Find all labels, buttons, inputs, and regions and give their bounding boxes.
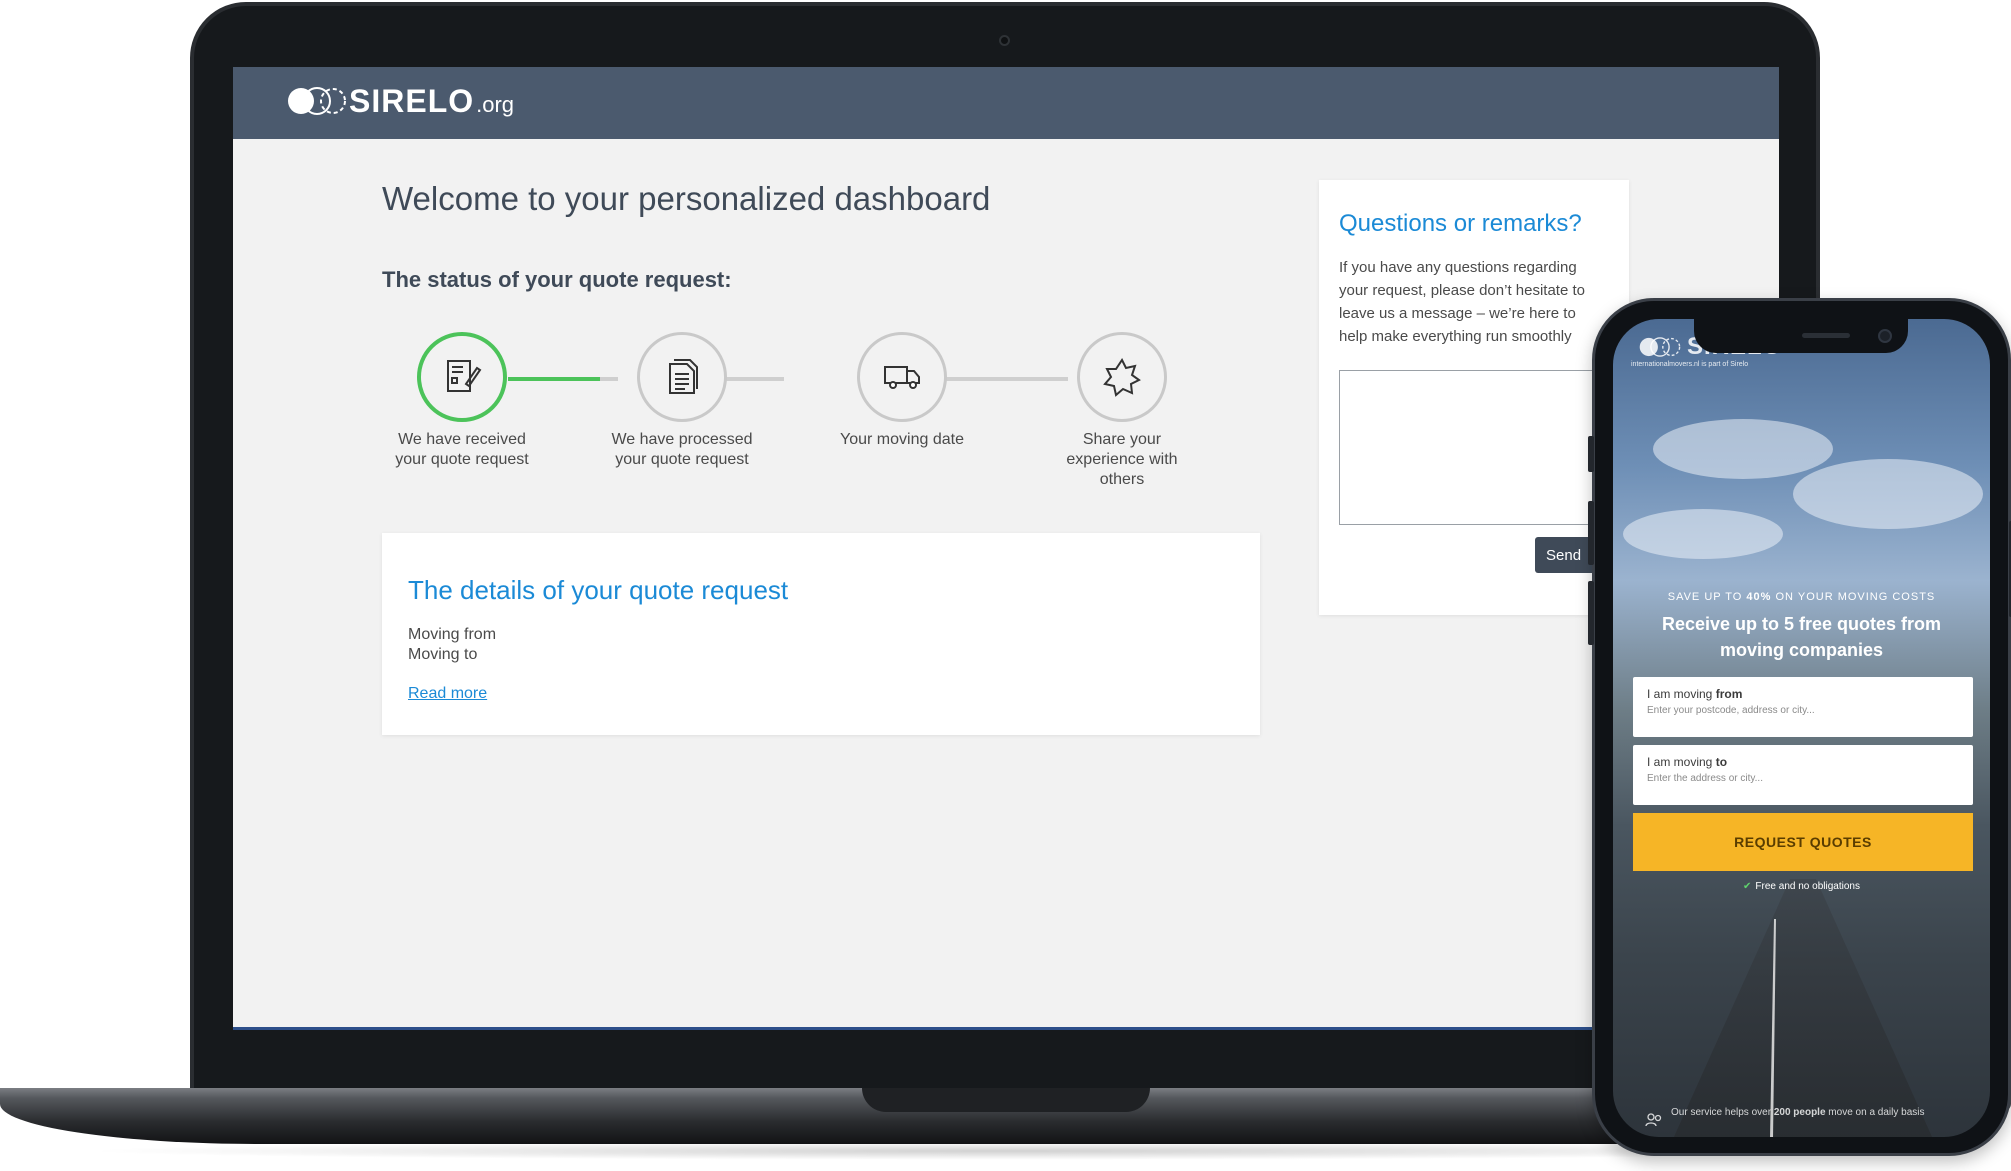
road-image (1673, 879, 1933, 1137)
step-received: We have received your quote request (382, 332, 542, 470)
step-label: Your moving date (840, 431, 964, 448)
mobile-headline: Receive up to 5 free quotes from moving … (1661, 614, 1942, 660)
laptop-camera (999, 35, 1010, 46)
save-tagline: SAVE UP TO 40% ON YOUR MOVING COSTS (1667, 591, 1936, 603)
people-icon (1645, 1113, 1662, 1127)
status-title: The status of your quote request: (382, 267, 732, 292)
service-stat-text: Our service helps over 200 people move o… (1671, 1107, 1925, 1118)
cloud (1793, 459, 1983, 529)
page-title: Welcome to your personalized dashboard (382, 180, 991, 217)
status-stepper: We have received your quote request We h… (382, 332, 1178, 502)
truck-icon (884, 366, 920, 389)
sirelo-logo[interactable]: SIRELO .org (287, 81, 514, 121)
site-header: SIRELO .org (233, 67, 1779, 139)
phone-device: SIRELO internationalmovers.nl is part of… (1588, 298, 2011, 1156)
phone-screen: SIRELO internationalmovers.nl is part of… (1613, 319, 1990, 1137)
step-label: We have processed your quote request (611, 431, 753, 468)
phone-notch (1694, 319, 1908, 353)
details-title: The details of your quote request (408, 575, 789, 605)
cloud (1623, 509, 1783, 559)
step-circle (417, 332, 507, 422)
step-label: Share your experience with others (1066, 431, 1178, 488)
moving-to-label: Moving to (408, 646, 478, 663)
questions-card: Questions or remarks? If you have any qu… (1319, 180, 1629, 615)
step-circle (857, 332, 947, 422)
step-share-experience: Share your experience with others (1042, 332, 1202, 490)
free-no-obligations: ✔ Free and no obligations (1743, 881, 1860, 892)
phone-side-button (1588, 436, 1594, 472)
step-circle (1077, 332, 1167, 422)
questions-text: If you have any questions regarding your… (1339, 259, 1585, 345)
document-icon (669, 359, 698, 394)
moving-from-label: Moving from (408, 626, 497, 643)
form-edit-icon (447, 360, 482, 392)
moving-to-field-label: I am moving to (1647, 755, 1728, 769)
star-badge-icon (1103, 358, 1141, 397)
questions-title: Questions or remarks? (1339, 210, 1582, 237)
read-more-link[interactable]: Read more (408, 685, 487, 703)
moving-from-placeholder: Enter your postcode, address or city... (1647, 705, 1815, 716)
phone-volume-button (1588, 581, 1594, 645)
step-label: We have received your quote request (395, 431, 529, 468)
step-circle (637, 332, 727, 422)
cloud (1653, 419, 1833, 479)
laptop-opening-notch (862, 1088, 1150, 1112)
message-textarea[interactable] (1339, 370, 1629, 525)
globe-logo-icon (288, 87, 346, 115)
phone-volume-button (1588, 501, 1594, 565)
moving-to-input[interactable]: I am moving to Enter the address or city… (1633, 745, 1973, 805)
logo-text: SIRELO (349, 82, 475, 119)
logo-suffix: .org (476, 92, 515, 117)
phone-speaker (1802, 333, 1850, 338)
phone-camera (1878, 329, 1892, 343)
check-icon: ✔ (1743, 881, 1752, 892)
moving-from-field-label: I am moving from (1647, 687, 1743, 701)
moving-from-input[interactable]: I am moving from Enter your postcode, ad… (1633, 677, 1973, 737)
mobile-logo-subtext: internationalmovers.nl is part of Sirelo (1631, 361, 1749, 368)
details-card: The details of your quote request Moving… (382, 533, 1260, 735)
moving-to-placeholder: Enter the address or city... (1647, 773, 1763, 784)
step-processed: We have processed your quote request (602, 332, 762, 470)
screen-bottom-edge (233, 1027, 1779, 1030)
request-quotes-button[interactable]: REQUEST QUOTES (1633, 813, 1973, 871)
laptop-screen: SIRELO .org Welcome to your personalized… (233, 67, 1779, 1030)
globe-logo-icon (1639, 337, 1681, 357)
step-moving-date: Your moving date (822, 332, 982, 450)
